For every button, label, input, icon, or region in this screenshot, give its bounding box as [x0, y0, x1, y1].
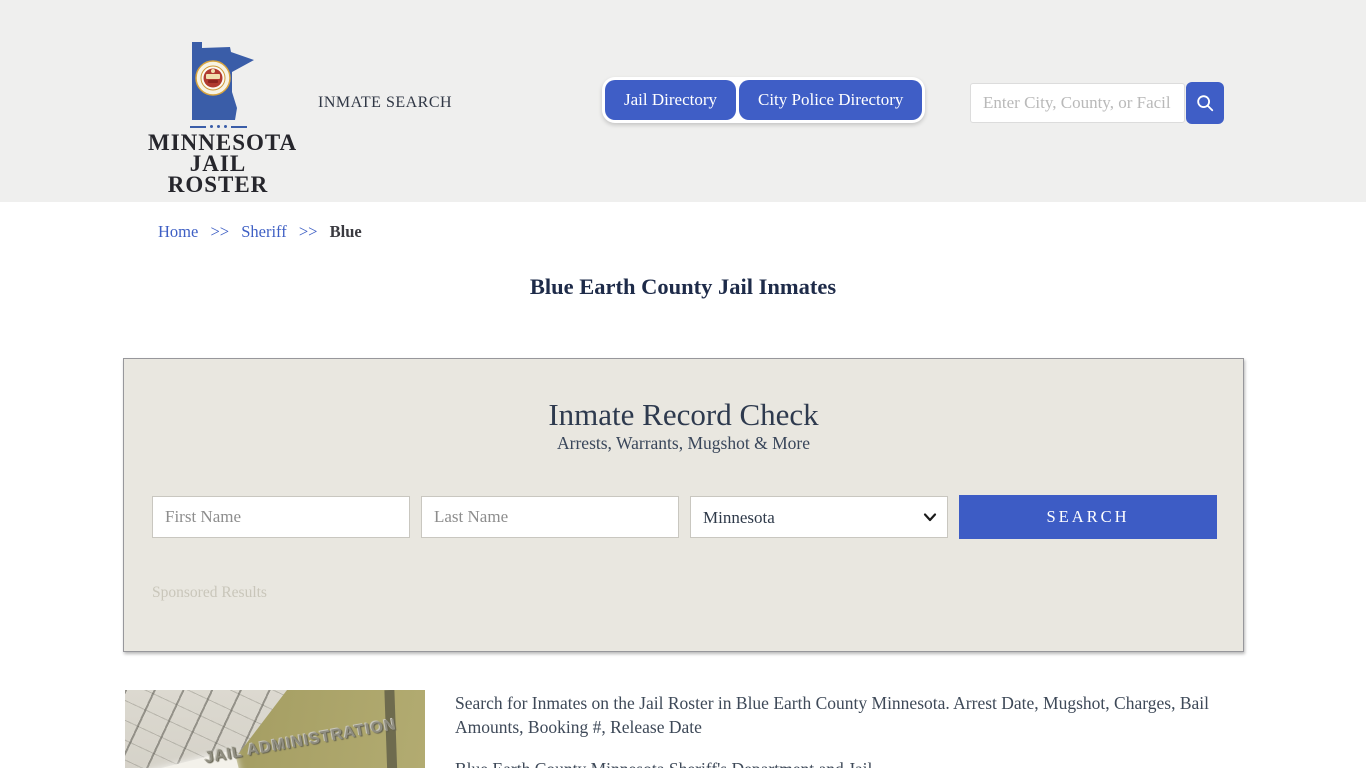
intro-paragraph: Search for Inmates on the Jail Roster in…	[455, 691, 1245, 739]
record-check-subtitle: Arrests, Warrants, Mugshot & More	[124, 433, 1243, 454]
facility-search-input[interactable]	[970, 83, 1185, 123]
breadcrumb-home-link[interactable]: Home	[158, 222, 198, 241]
record-check-form: Minnesota SEARCH	[152, 495, 1217, 539]
page: MINNESOTA JAIL ROSTER INMATE SEARCH Jail…	[0, 0, 1366, 768]
sponsored-results-label: Sponsored Results	[152, 584, 267, 602]
header-search	[970, 82, 1224, 124]
site-logo[interactable]: MINNESOTA JAIL ROSTER	[148, 36, 288, 195]
record-check-search-button[interactable]: SEARCH	[959, 495, 1217, 539]
logo-divider-icon	[148, 125, 288, 128]
header-search-button[interactable]	[1186, 82, 1224, 124]
second-paragraph: Blue Earth County Minnesota Sheriff's De…	[455, 757, 1245, 768]
breadcrumb-current: Blue	[330, 222, 362, 241]
record-check-title: Inmate Record Check	[124, 397, 1243, 433]
jail-administration-photo: JAIL ADMINISTRATION	[125, 690, 425, 768]
first-name-input[interactable]	[152, 496, 410, 538]
breadcrumb: Home >> Sheriff >> Blue	[158, 222, 362, 242]
logo-text-line1: MINNESOTA	[148, 132, 288, 153]
state-select[interactable]: Minnesota	[690, 496, 948, 538]
header: MINNESOTA JAIL ROSTER INMATE SEARCH Jail…	[0, 0, 1366, 202]
page-title: Blue Earth County Jail Inmates	[0, 274, 1366, 300]
logo-text-line2: JAIL ROSTER	[148, 153, 288, 195]
breadcrumb-separator: >>	[210, 222, 229, 241]
header-nav: Jail Directory City Police Directory	[602, 77, 925, 123]
inmate-search-label: INMATE SEARCH	[318, 94, 452, 112]
jail-directory-button[interactable]: Jail Directory	[605, 80, 736, 120]
last-name-input[interactable]	[421, 496, 679, 538]
breadcrumb-sheriff-link[interactable]: Sheriff	[241, 222, 287, 241]
breadcrumb-separator: >>	[299, 222, 318, 241]
minnesota-state-icon	[180, 36, 256, 122]
city-police-directory-button[interactable]: City Police Directory	[739, 80, 922, 120]
state-select-wrap: Minnesota	[690, 496, 948, 538]
search-icon	[1195, 93, 1215, 113]
inmate-record-check-panel: Inmate Record Check Arrests, Warrants, M…	[123, 358, 1244, 652]
